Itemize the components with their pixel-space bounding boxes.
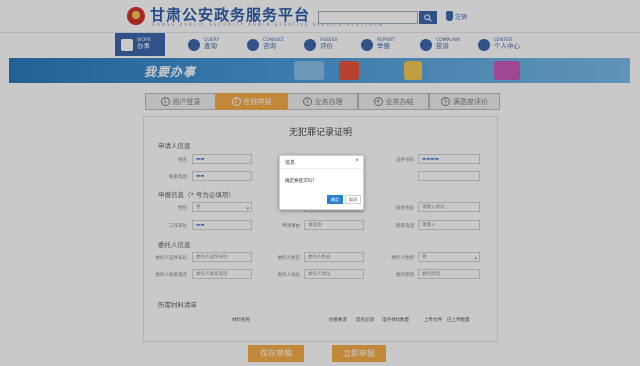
dialog-title: 信息 (285, 160, 296, 166)
dialog-message: 确定要提交吗？ (285, 179, 317, 184)
page: 甘肃公安政务服务平台 GANSU PUBLIC SECURITY ADMINIS… (0, 0, 640, 366)
cancel-button[interactable]: 取消 (345, 195, 361, 204)
close-icon[interactable]: × (355, 158, 359, 164)
confirm-dialog: 信息 × 确定要提交吗？ 确定 取消 (279, 155, 364, 210)
confirm-button[interactable]: 确定 (327, 195, 343, 204)
dialog-header: 信息 × (280, 156, 363, 169)
